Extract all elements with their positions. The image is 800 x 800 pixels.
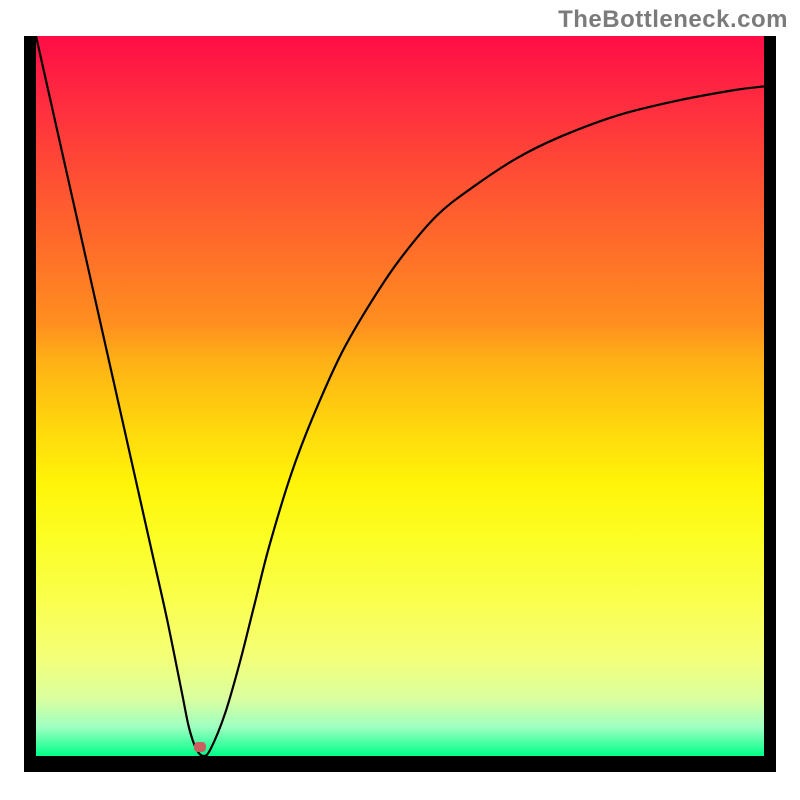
curve-path	[36, 36, 764, 756]
optimal-point-marker	[194, 742, 206, 752]
chart-frame: TheBottleneck.com	[0, 0, 800, 800]
watermark-text: TheBottleneck.com	[558, 6, 788, 34]
plot-border	[24, 36, 776, 772]
bottleneck-curve	[36, 36, 764, 756]
plot-area	[36, 36, 764, 756]
